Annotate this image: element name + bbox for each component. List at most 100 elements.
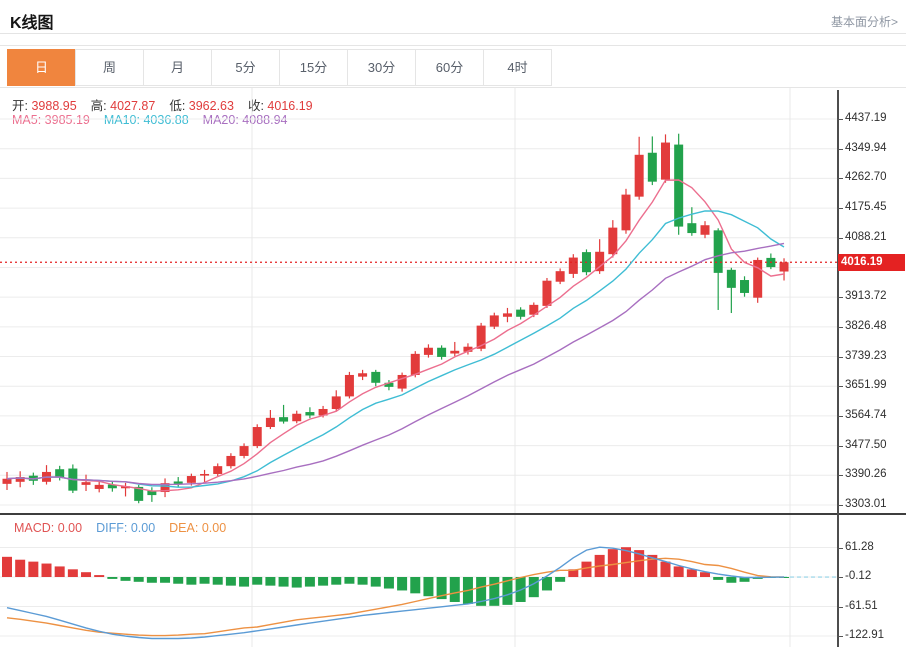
candle	[147, 487, 157, 502]
y-axis-tick	[837, 297, 843, 299]
y-axis-line	[837, 90, 839, 647]
candle	[766, 253, 776, 270]
y-axis-label: 4349.94	[845, 141, 887, 154]
y-axis-tick	[837, 475, 843, 477]
macd-hist-bar	[120, 577, 131, 581]
macd-hist-bar	[107, 577, 118, 579]
macd-hist-bar	[239, 577, 250, 587]
page-title: K线图	[10, 15, 54, 32]
y-axis-label: 3390.26	[845, 468, 887, 481]
macd-hist-bar	[212, 577, 223, 585]
candle	[647, 136, 657, 186]
y-axis-label: 4437.19	[845, 112, 887, 124]
macd-hist-bar	[383, 577, 394, 589]
y-axis-tick	[837, 577, 843, 579]
macd-hist-bar	[186, 577, 197, 585]
candle	[753, 257, 763, 303]
macd-hist-bar	[397, 577, 408, 591]
tab-interval-6[interactable]: 60分	[415, 49, 484, 86]
macd-hist-bar	[173, 577, 184, 584]
macd-hist-bar	[331, 577, 342, 585]
macd-hist-bar	[410, 577, 421, 594]
macd-chart-canvas[interactable]	[0, 515, 837, 647]
macd-hist-bar	[146, 577, 157, 583]
macd-hist-bar	[673, 566, 684, 577]
candle	[226, 453, 236, 469]
macd-hist-bar	[423, 577, 434, 597]
y-axis-label: -0.12	[845, 570, 872, 583]
candle	[700, 221, 710, 239]
y-axis-tick	[837, 504, 843, 506]
macd-hist-bar	[291, 577, 302, 588]
y-axis-tick	[837, 606, 843, 608]
macd-hist-bar	[67, 569, 78, 577]
candle	[213, 463, 223, 477]
tab-interval-4[interactable]: 15分	[279, 49, 348, 86]
y-axis-label: 3651.99	[845, 379, 887, 392]
tab-interval-2[interactable]: 月	[143, 49, 212, 86]
macd-hist-bar	[94, 575, 105, 577]
candle	[252, 424, 262, 449]
macd-hist-bar	[265, 577, 276, 586]
macd-hist-bar	[41, 563, 52, 577]
candle	[279, 404, 289, 424]
candle	[173, 477, 183, 488]
macd-hist-bar	[252, 577, 263, 585]
candle	[450, 341, 460, 357]
macd-hist-bar	[2, 556, 12, 577]
fundamental-analysis-link[interactable]: 基本面分析>	[831, 13, 898, 30]
candle	[15, 471, 25, 488]
tab-interval-3[interactable]: 5分	[211, 49, 280, 86]
macd-hist-bar	[555, 577, 566, 582]
tab-interval-5[interactable]: 30分	[347, 49, 416, 86]
diff-line	[6, 546, 785, 640]
candle	[344, 371, 354, 399]
macd-hist-bar	[528, 577, 539, 598]
y-axis-tick	[837, 237, 843, 239]
candle	[713, 228, 723, 310]
y-axis-label: 3477.50	[845, 438, 887, 451]
macd-hist-bar	[449, 577, 460, 602]
y-axis-tick	[837, 119, 843, 120]
candle	[634, 136, 644, 200]
y-axis-tick	[837, 208, 843, 210]
macd-hist-bar	[54, 566, 65, 577]
title-divider	[0, 33, 906, 34]
y-axis-tick	[837, 178, 843, 180]
interval-tabs: 日周月 5分 15分 30分 60分 4时	[7, 49, 552, 86]
candle	[568, 254, 578, 278]
y-axis-label: 4088.21	[845, 230, 887, 243]
candle	[661, 134, 670, 183]
macd-hist-bar	[686, 569, 697, 577]
macd-hist-bar	[344, 577, 355, 584]
macd-hist-bar	[28, 561, 39, 577]
y-axis-label: 61.28	[845, 540, 874, 553]
candlestick-chart-canvas[interactable]	[0, 88, 837, 513]
y-axis-tick	[837, 415, 843, 417]
y-axis-label: 3826.48	[845, 319, 887, 332]
tab-interval-7[interactable]: 4时	[483, 49, 552, 86]
candle	[265, 410, 275, 430]
tab-interval-1[interactable]: 周	[75, 49, 144, 86]
candle	[42, 465, 52, 485]
interval-tab-strip: 日周月 5分 15分 30分 60分 4时	[0, 45, 906, 88]
candle	[121, 482, 131, 497]
candle	[305, 407, 315, 419]
macd-hist-bar	[489, 577, 500, 606]
y-axis-label: 3564.74	[845, 408, 887, 421]
candle	[489, 312, 499, 330]
candle	[292, 410, 302, 424]
y-axis-tick	[837, 386, 843, 388]
kline-page: K线图 基本面分析> 日周月 5分 15分 30分 60分 4时 开: 3988.95 高:…	[0, 0, 906, 647]
candle	[2, 471, 12, 490]
macd-hist-bar	[357, 577, 368, 585]
macd-hist-bar	[133, 577, 144, 582]
tab-interval-0[interactable]: 日	[7, 49, 76, 86]
macd-hist-bar	[160, 577, 171, 583]
candle	[160, 478, 170, 498]
y-axis-label: -122.91	[845, 629, 885, 642]
macd-hist-bar	[318, 577, 329, 586]
macd-hist-bar	[199, 577, 210, 584]
candle	[516, 307, 526, 320]
macd-hist-bar	[370, 577, 381, 587]
